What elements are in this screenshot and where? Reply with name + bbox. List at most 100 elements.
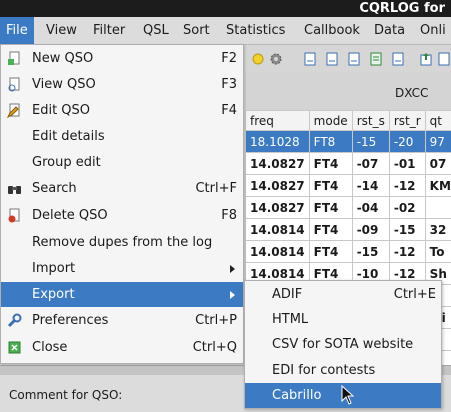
menu-item-shortcut: F3 (221, 77, 237, 92)
menu-item-search[interactable]: Search Ctrl+F (1, 176, 243, 201)
cell-rst-s: -15 (351, 240, 390, 263)
column-header-freq[interactable]: freq (245, 110, 310, 131)
title-bar: CQRLOG for (0, 0, 451, 17)
document-icon-5[interactable] (437, 52, 451, 66)
table-row[interactable]: 14.0814 FT4 -09 -15 32 (245, 218, 451, 241)
cell-rst-r: -01 (388, 152, 426, 175)
cell-mode: FT8 (308, 130, 353, 153)
menu-item-label: Delete QSO (32, 208, 108, 223)
toolbar (245, 45, 451, 72)
cell-qth (424, 196, 451, 219)
menu-qsl[interactable]: QSL (137, 17, 175, 44)
menu-bar: File View Filter QSL Sort Statistics Cal… (0, 17, 451, 45)
menu-item-export-html[interactable]: HTML (245, 307, 441, 332)
cell-qth: KM (424, 174, 451, 197)
cell-qth: To (424, 240, 451, 263)
menu-item-label: Export (32, 287, 75, 302)
column-header-mode[interactable]: mode (308, 110, 353, 131)
cell-qth: 07 (424, 152, 451, 175)
document-icon-4[interactable] (391, 52, 405, 66)
cell-mode: FT4 (308, 196, 353, 219)
cell-freq: 14.0814 (245, 218, 310, 241)
table-header-row: freq mode rst_s rst_r qt (245, 110, 451, 131)
cell-freq: 14.0827 (245, 196, 310, 219)
menu-statistics[interactable]: Statistics (220, 17, 291, 44)
menu-item-export-adif[interactable]: ADIF Ctrl+E (245, 282, 441, 307)
menu-item-shortcut: F4 (221, 103, 237, 118)
menu-item-label: Close (32, 340, 68, 355)
cell-freq: 14.0827 (245, 152, 310, 175)
cell-mode: FT4 (308, 152, 353, 175)
column-header-rst-r[interactable]: rst_r (388, 110, 426, 131)
cell-qth: 32 (424, 218, 451, 241)
close-icon (8, 341, 21, 354)
cell-mode: FT4 (308, 174, 353, 197)
cell-rst-s: -09 (351, 218, 390, 241)
menu-item-export-edi[interactable]: EDI for contests (245, 358, 441, 383)
cell-rst-r: -15 (388, 218, 426, 241)
menu-item-label: EDI for contests (272, 363, 376, 378)
delete-qso-icon (8, 208, 20, 223)
new-qso-icon (8, 51, 20, 65)
cell-rst-r: -20 (388, 130, 426, 153)
edit-qso-icon (7, 103, 20, 118)
cell-mode: FT4 (308, 218, 353, 241)
menu-callbook[interactable]: Callbook (298, 17, 366, 44)
menu-item-label: Search (32, 181, 77, 196)
menu-item-preferences[interactable]: Preferences Ctrl+P (1, 308, 243, 333)
spreadsheet-icon[interactable] (369, 52, 383, 66)
menu-data[interactable]: Data (368, 17, 411, 44)
menu-item-edit-details[interactable]: Edit details (1, 124, 243, 149)
column-header-qth[interactable]: qt (424, 110, 451, 131)
cell-freq: 18.1028 (245, 130, 310, 153)
sun-icon[interactable] (251, 52, 265, 66)
menu-item-label: HTML (272, 312, 309, 327)
table-row[interactable]: 14.0814 FT4 -15 -12 To (245, 240, 451, 263)
menu-item-label: ADIF (272, 287, 303, 302)
document-icon-2[interactable] (325, 52, 339, 66)
menu-item-shortcut: F8 (221, 208, 237, 223)
cell-mode: FT4 (308, 240, 353, 263)
submenu-arrow-icon (230, 265, 235, 273)
menu-filter[interactable]: Filter (87, 17, 131, 44)
menu-item-shortcut: F2 (221, 51, 237, 66)
menu-item-shortcut: Ctrl+F (195, 181, 237, 196)
menu-item-remove-dupes[interactable]: Remove dupes from the log (1, 230, 243, 255)
file-menu: New QSO F2 View QSO F3 Edit QSO F4 Edit … (0, 44, 244, 364)
cell-rst-r: -12 (388, 240, 426, 263)
menu-item-edit-qso[interactable]: Edit QSO F4 (1, 98, 243, 123)
column-header-rst-s[interactable]: rst_s (351, 110, 390, 131)
document-icon[interactable] (303, 52, 317, 66)
document-icon-3[interactable] (347, 52, 361, 66)
cell-rst-r: -12 (388, 174, 426, 197)
menu-item-delete-qso[interactable]: Delete QSO F8 (1, 203, 243, 228)
menu-item-export-csv-sota[interactable]: CSV for SOTA website (245, 332, 441, 357)
menu-item-new-qso[interactable]: New QSO F2 (1, 46, 243, 71)
menu-item-label: New QSO (32, 51, 94, 66)
menu-item-view-qso[interactable]: View QSO F3 (1, 72, 243, 97)
menu-online[interactable]: Onli (414, 17, 451, 44)
menu-item-label: Remove dupes from the log (32, 235, 213, 250)
menu-item-label: CSV for SOTA website (272, 337, 414, 352)
menu-item-shortcut: Ctrl+E (393, 287, 436, 302)
menu-file[interactable]: File (0, 17, 34, 44)
menu-sort[interactable]: Sort (177, 17, 216, 44)
menu-item-export[interactable]: Export (1, 282, 243, 307)
upload-icon[interactable] (419, 52, 433, 66)
gear-icon[interactable] (269, 52, 283, 66)
table-row[interactable]: 18.1028 FT8 -15 -20 97 (245, 130, 451, 153)
cell-freq: 14.0827 (245, 174, 310, 197)
menu-view[interactable]: View (40, 17, 83, 44)
menu-item-import[interactable]: Import (1, 256, 243, 281)
table-row[interactable]: 14.0827 FT4 -07 -01 07 (245, 152, 451, 175)
cell-rst-s: -14 (351, 174, 390, 197)
menu-item-group-edit[interactable]: Group edit (1, 150, 243, 175)
cell-qth: 97 (424, 130, 451, 153)
cell-rst-r: -02 (388, 196, 426, 219)
view-qso-icon (8, 77, 20, 92)
table-row[interactable]: 14.0827 FT4 -14 -12 KM (245, 174, 451, 197)
menu-item-label: Import (32, 261, 76, 276)
menu-item-label: Group edit (32, 155, 101, 170)
menu-item-close[interactable]: Close Ctrl+Q (1, 335, 243, 360)
table-row[interactable]: 14.0827 FT4 -04 -02 (245, 196, 451, 219)
